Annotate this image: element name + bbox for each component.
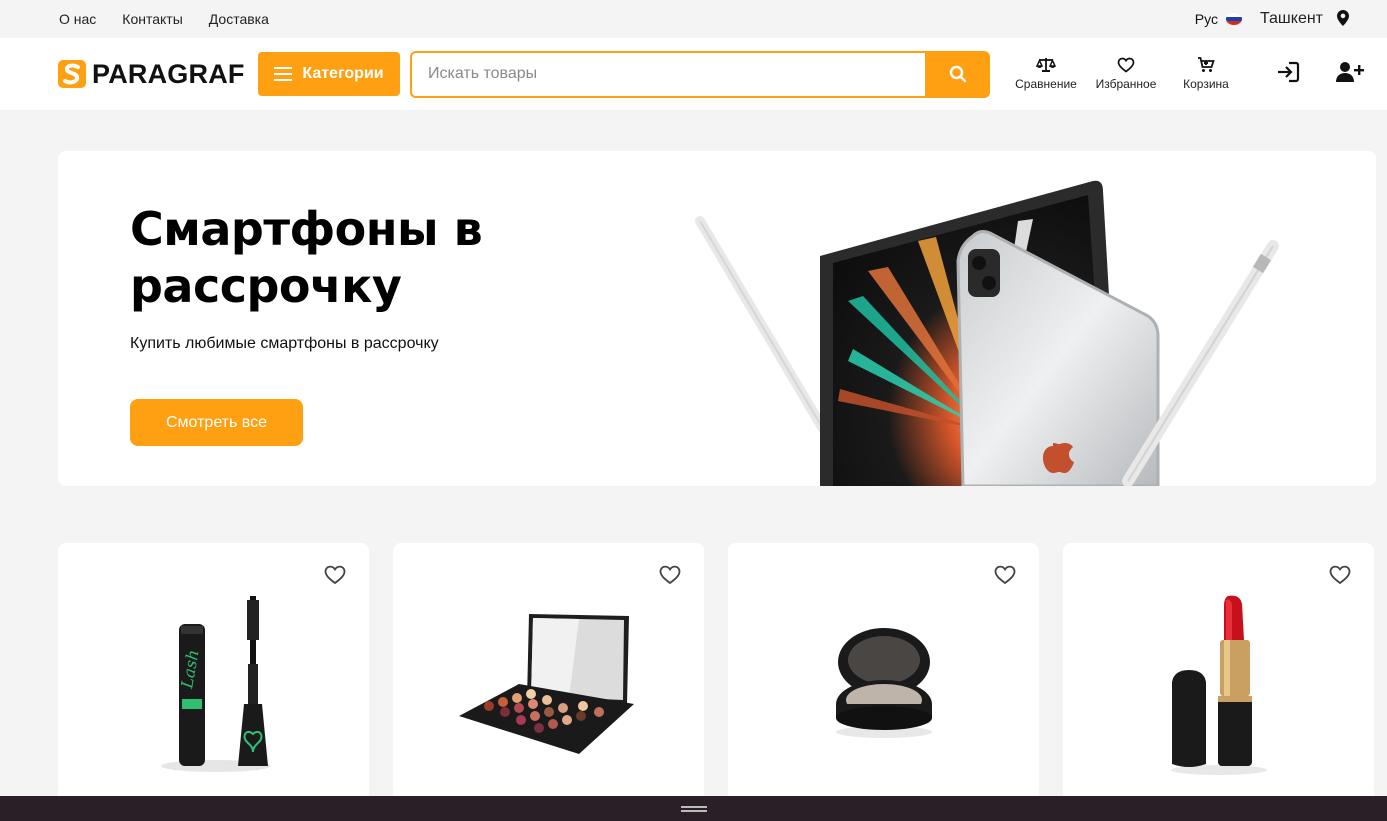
delivery-link[interactable]: Доставка <box>209 11 269 27</box>
russia-flag-icon <box>1225 13 1242 25</box>
contacts-link[interactable]: Контакты <box>122 11 182 27</box>
top-right: Рус Ташкент <box>1195 9 1349 29</box>
logo-text: PARAGRAF <box>92 58 245 89</box>
city-selector[interactable]: Ташкент <box>1260 10 1323 28</box>
product-grid: Lash <box>58 543 1374 803</box>
favorites-label: Избранное <box>1095 77 1157 91</box>
compact-powder-image <box>728 589 1039 779</box>
favorite-heart-icon[interactable] <box>1328 563 1352 587</box>
main-header: PARAGRAF Категории Сравнение Избранно <box>0 38 1387 110</box>
top-bar: О нас Контакты Доставка Рус Ташкент <box>0 0 1387 38</box>
view-all-button[interactable]: Смотреть все <box>130 399 303 446</box>
cart-label: Корзина <box>1183 77 1229 91</box>
top-links: О нас Контакты Доставка <box>59 11 269 27</box>
account-actions <box>1276 61 1364 88</box>
resize-handle-icon[interactable] <box>680 805 707 812</box>
bottom-panel-bar <box>0 796 1387 821</box>
location-pin-icon[interactable] <box>1337 9 1349 29</box>
search-input[interactable] <box>410 50 925 98</box>
tablet-and-pencil-image <box>695 180 1279 486</box>
cart-icon <box>1198 57 1215 72</box>
search-icon <box>949 65 966 83</box>
product-card[interactable] <box>728 543 1039 803</box>
categories-button[interactable]: Категории <box>258 52 400 96</box>
favorite-heart-icon[interactable] <box>323 563 347 587</box>
favorites-button[interactable]: Избранное <box>1086 57 1166 91</box>
categories-label: Категории <box>302 65 384 82</box>
login-icon[interactable] <box>1276 61 1300 88</box>
mascara-image: Lash <box>58 589 369 779</box>
cart-button[interactable]: Корзина <box>1166 57 1246 91</box>
language-selector[interactable]: Рус <box>1195 11 1218 27</box>
favorite-heart-icon[interactable] <box>993 563 1017 587</box>
add-user-icon[interactable] <box>1336 61 1364 88</box>
compare-button[interactable]: Сравнение <box>1006 57 1086 91</box>
banner-subtitle: Купить любимые смартфоны в рассрочку <box>130 335 439 352</box>
banner-title: Смартфоны в рассрочку <box>130 202 483 313</box>
favorite-heart-icon[interactable] <box>658 563 682 587</box>
promo-banner: Смартфоны в рассрочку Купить любимые сма… <box>58 151 1376 486</box>
scales-icon <box>1036 58 1056 72</box>
eyeshadow-palette-image <box>393 589 704 779</box>
product-card[interactable] <box>1063 543 1374 803</box>
paragraf-logo-icon <box>58 60 86 88</box>
heart-icon <box>1117 57 1135 73</box>
search-button[interactable] <box>925 50 990 98</box>
logo[interactable]: PARAGRAF <box>58 59 250 90</box>
menu-icon <box>274 67 293 81</box>
header-actions: Сравнение Избранное Корзина <box>1006 57 1246 91</box>
compare-label: Сравнение <box>1015 77 1077 91</box>
lipstick-image <box>1063 589 1374 779</box>
product-card[interactable] <box>393 543 704 803</box>
product-card[interactable]: Lash <box>58 543 369 803</box>
about-link[interactable]: О нас <box>59 11 96 27</box>
search-bar <box>410 50 990 98</box>
